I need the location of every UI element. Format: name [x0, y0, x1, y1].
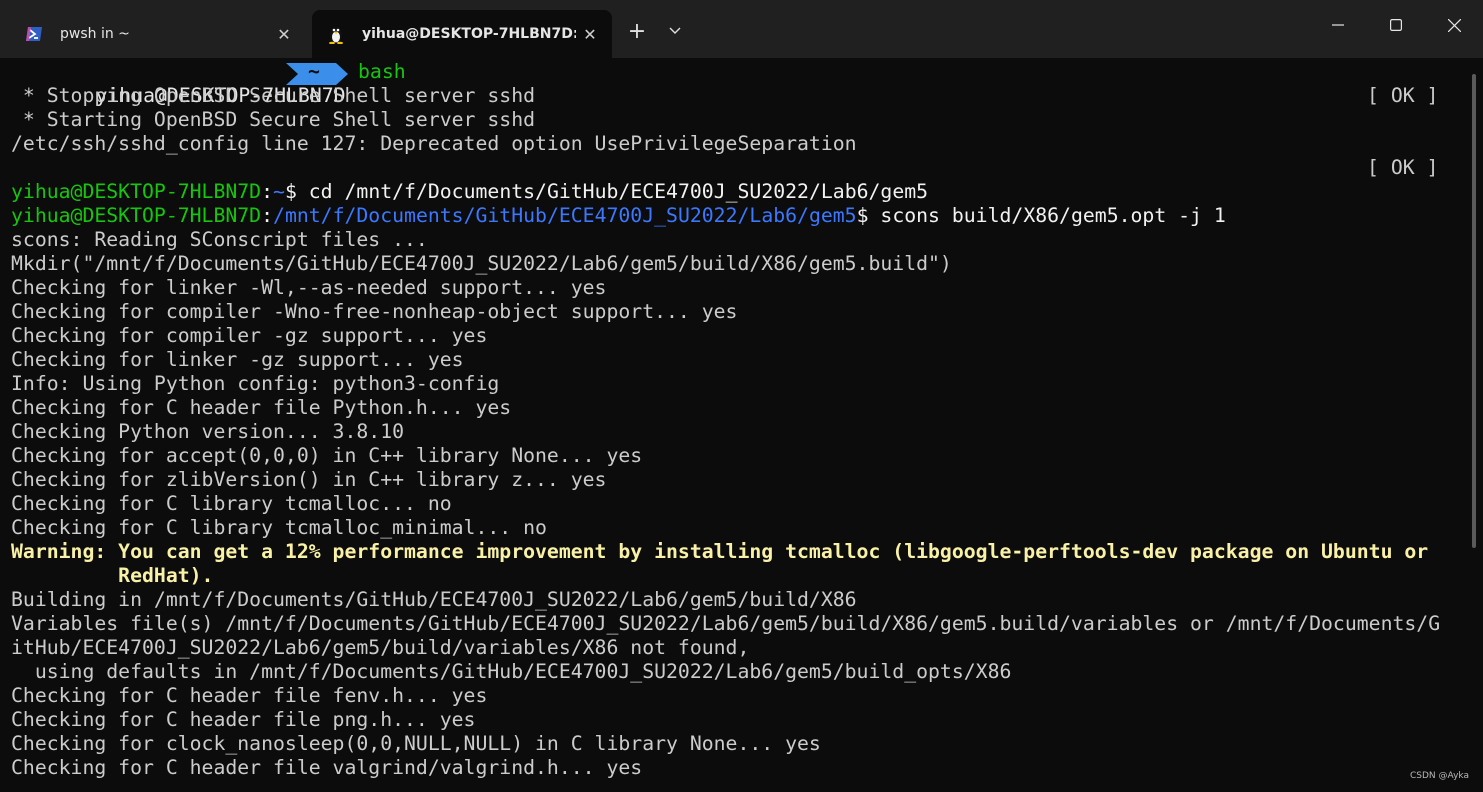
terminal-line: Info: Using Python config: python3-confi…	[11, 372, 500, 395]
terminal-line: Checking for C header file fenv.h... yes	[11, 684, 488, 707]
terminal-line: itHub/ECE4700J_SU2022/Lab6/gem5/build/va…	[11, 636, 750, 659]
terminal-line: using defaults in /mnt/f/Documents/GitHu…	[11, 660, 1012, 683]
prompt-dir: /mnt/f/Documents/GitHub/ECE4700J_SU2022/…	[273, 204, 857, 227]
title-bar: pwsh in ~ ✕ yihua@DESKTOP-7HLBN7D: / ✕ +	[0, 0, 1483, 58]
warning-line: Warning: You can get a 12% performance i…	[11, 540, 1429, 563]
prompt-segment-dir: ~	[308, 60, 320, 83]
terminal-line: Variables file(s) /mnt/f/Documents/GitHu…	[11, 612, 1441, 635]
minimize-icon	[1332, 24, 1344, 26]
status-ok: [ OK ]	[1367, 84, 1439, 107]
terminal-line: Checking for zlibVersion() in C++ librar…	[11, 468, 607, 491]
terminal-line: /etc/ssh/sshd_config line 127: Deprecate…	[11, 132, 857, 155]
maximize-button[interactable]	[1367, 0, 1425, 50]
terminal-line: Checking for compiler -Wno-free-nonheap-…	[11, 300, 738, 323]
terminal-line: Checking for accept(0,0,0) in C++ librar…	[11, 444, 643, 467]
terminal-line: Checking for C header file Python.h... y…	[11, 396, 512, 419]
prompt-command: $ cd /mnt/f/Documents/GitHub/ECE4700J_SU…	[284, 180, 929, 203]
prompt-dir: ~	[273, 180, 285, 203]
linux-penguin-icon	[326, 24, 346, 44]
terminal-line: Checking for compiler -gz support... yes	[11, 324, 488, 347]
prompt-command: $ scons build/X86/gem5.opt -j 1	[856, 204, 1226, 227]
terminal-window: pwsh in ~ ✕ yihua@DESKTOP-7HLBN7D: / ✕ +	[0, 0, 1483, 792]
tab-wsl[interactable]: yihua@DESKTOP-7HLBN7D: / ✕	[312, 10, 612, 58]
terminal-line: Checking for C library tcmalloc... no	[11, 492, 452, 515]
terminal-line: Checking for C library tcmalloc_minimal.…	[11, 516, 547, 539]
close-icon	[1447, 18, 1461, 32]
scrollbar-thumb[interactable]	[1472, 74, 1476, 548]
watermark: CSDN @Ayka	[1410, 771, 1469, 781]
warning-line: RedHat).	[11, 564, 214, 587]
terminal-line: Checking for clock_nanosleep(0,0,NULL,NU…	[11, 732, 821, 755]
terminal-line: Building in /mnt/f/Documents/GitHub/ECE4…	[11, 588, 857, 611]
prompt-user: yihua@DESKTOP-7HLBN7D	[11, 204, 262, 227]
terminal-line: * Starting OpenBSD Secure Shell server s…	[11, 108, 536, 131]
close-window-button[interactable]	[1425, 0, 1483, 50]
terminal-line: Checking for C header file png.h... yes	[11, 708, 476, 731]
maximize-icon	[1390, 19, 1402, 31]
terminal-line: Checking for linker -Wl,--as-needed supp…	[11, 276, 607, 299]
new-tab-button[interactable]: +	[620, 16, 654, 46]
prompt-line: yihua@DESKTOP-7HLBN7D:~$ cd /mnt/f/Docum…	[11, 180, 928, 204]
terminal-line: Mkdir("/mnt/f/Documents/GitHub/ECE4700J_…	[11, 252, 952, 275]
powershell-icon	[24, 24, 44, 44]
minimize-button[interactable]	[1309, 0, 1367, 50]
prompt-user: yihua@DESKTOP-7HLBN7D	[11, 180, 262, 203]
prompt-separator: :	[261, 180, 274, 203]
prompt-segment-shell: bash	[358, 60, 406, 83]
close-tab-icon[interactable]: ✕	[576, 20, 604, 48]
tab-label: yihua@DESKTOP-7HLBN7D: /	[362, 26, 576, 42]
terminal-line: Checking for linker -gz support... yes	[11, 348, 464, 371]
terminal-line: Checking for C header file valgrind/valg…	[11, 756, 643, 779]
terminal-line: scons: Reading SConscript files ...	[11, 228, 428, 251]
close-tab-icon[interactable]: ✕	[270, 20, 298, 48]
terminal-output[interactable]: yihua@DESKTOP-7HLBN7D ~ bash * Stopping …	[0, 58, 1470, 792]
prompt-separator: :	[261, 204, 274, 227]
tab-pwsh[interactable]: pwsh in ~ ✕	[10, 10, 306, 58]
status-ok: [ OK ]	[1367, 156, 1439, 179]
prompt-line: yihua@DESKTOP-7HLBN7D:/mnt/f/Documents/G…	[11, 204, 1226, 228]
chevron-down-icon[interactable]	[658, 16, 692, 46]
terminal-line: * Stopping OpenBSD Secure Shell server s…	[11, 84, 536, 107]
tab-label: pwsh in ~	[60, 26, 130, 42]
terminal-line: Checking Python version... 3.8.10	[11, 420, 405, 443]
